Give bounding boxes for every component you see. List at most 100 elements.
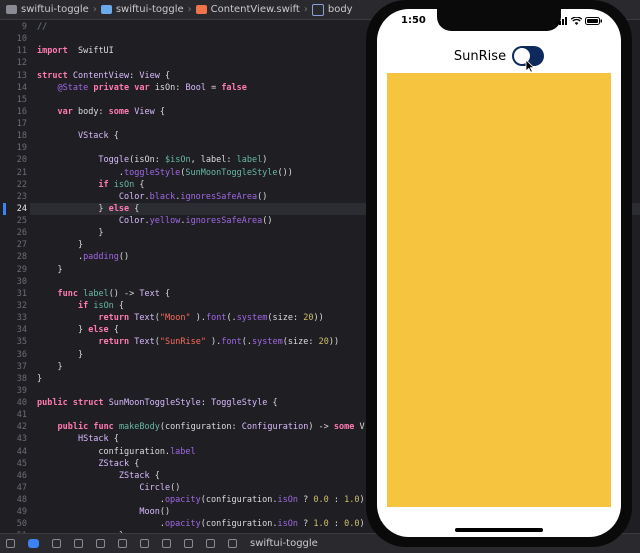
code-text: Color.black.ignoresSafeArea(): [118, 191, 268, 202]
code-text: Toggle(isOn: $isOn, label: label): [98, 155, 268, 166]
code-text: ZStack {: [118, 470, 160, 481]
code-text: return Text("SunRise" ).font(.system(siz…: [98, 337, 340, 348]
line-number: 44: [16, 446, 27, 457]
hide-debug-area-icon[interactable]: [6, 539, 15, 548]
pause-icon[interactable]: [52, 539, 61, 548]
scheme-label[interactable]: swiftui-toggle: [250, 538, 318, 549]
line-number: 11: [16, 46, 27, 57]
location-icon[interactable]: [206, 539, 215, 548]
battery-icon: [585, 17, 602, 25]
line-number: 22: [16, 179, 27, 190]
line-number: 34: [16, 325, 27, 336]
line-number: 9: [21, 22, 27, 32]
breakpoints-icon[interactable]: [28, 539, 39, 548]
line-number: 50: [16, 519, 27, 530]
step-out-icon[interactable]: [118, 539, 127, 548]
line-number: 41: [16, 410, 27, 421]
code-text: }: [37, 240, 84, 251]
view-hierarchy-icon[interactable]: [140, 539, 149, 548]
line-number: 47: [16, 482, 27, 493]
code-text: Color.yellow.ignoresSafeArea(): [118, 216, 273, 227]
line-number: 32: [16, 300, 27, 311]
iphone-simulator: 1:50 SunRise: [366, 0, 632, 547]
line-number: 38: [16, 373, 27, 384]
line-number: 14: [16, 82, 27, 93]
breadcrumb-item-file[interactable]: ContentView.swift: [195, 4, 300, 15]
phone-screen: 1:50 SunRise: [377, 9, 621, 537]
code-text: public func makeBody(configuration: Conf…: [57, 422, 370, 433]
code-text: .opacity(configuration.isOn ? 0.0 : 1.0): [37, 495, 365, 506]
code-text: @State private var isOn: Bool = false: [57, 82, 247, 93]
code-text: configuration.label: [37, 446, 196, 457]
code-text: if isOn {: [98, 179, 145, 190]
code-text: } else {: [37, 325, 119, 336]
line-number: 37: [16, 361, 27, 372]
sunrise-toggle[interactable]: SunRise: [377, 43, 621, 69]
line-number: 43: [16, 434, 27, 445]
mouse-cursor-icon: [525, 59, 535, 73]
code-text: }: [37, 349, 84, 360]
breadcrumb-item-project[interactable]: swiftui-toggle: [6, 4, 89, 15]
code-text: }: [37, 361, 63, 372]
breadcrumb-item-folder[interactable]: swiftui-toggle: [100, 4, 184, 15]
breadcrumb-item-symbol[interactable]: body: [311, 3, 353, 16]
line-number: 36: [16, 349, 27, 360]
signal-icon: [556, 17, 567, 25]
yellow-background: [387, 73, 611, 507]
line-number: 20: [16, 155, 27, 166]
code-text: struct ContentView: View {: [37, 70, 171, 81]
line-number: 48: [16, 495, 27, 506]
wifi-icon: [571, 17, 582, 25]
notch: [437, 9, 561, 31]
line-number: 13: [16, 70, 27, 81]
line-number: 45: [16, 458, 27, 469]
chevron-right-icon: ›: [92, 4, 97, 15]
status-icons: [553, 17, 603, 25]
code-text: VStack {: [77, 131, 119, 142]
code-text: }: [37, 228, 104, 239]
toggle-label: SunRise: [453, 48, 507, 64]
line-number: 24: [16, 203, 27, 214]
chevron-right-icon: ›: [303, 4, 308, 15]
line-number: 29: [16, 264, 27, 275]
code-text: var body: some View {: [57, 106, 166, 117]
line-number: 33: [16, 313, 27, 324]
line-number: 25: [16, 216, 27, 227]
app-icon: [6, 5, 17, 14]
code-text: .toggleStyle(SunMoonToggleStyle()): [37, 167, 293, 178]
folder-icon: [100, 5, 112, 14]
line-number: 18: [16, 131, 27, 142]
line-number: 35: [16, 337, 27, 348]
swift-file-icon: [195, 5, 207, 14]
step-into-icon[interactable]: [96, 539, 105, 548]
code-text: return Text("Moon" ).font(.system(size: …: [98, 313, 324, 324]
line-number: 39: [16, 385, 27, 396]
code-text: Circle(): [139, 482, 181, 493]
line-number: 23: [16, 191, 27, 202]
code-text: //: [37, 22, 48, 32]
environment-overrides-icon[interactable]: [184, 539, 193, 548]
line-number: 27: [16, 240, 27, 251]
code-text: ZStack {: [98, 458, 140, 469]
code-text: func label() -> Text {: [57, 288, 171, 299]
property-icon: [311, 3, 324, 16]
step-over-icon[interactable]: [74, 539, 83, 548]
code-text: .padding(): [37, 252, 130, 263]
line-number: 46: [16, 470, 27, 481]
line-number: 28: [16, 252, 27, 263]
line-number: 42: [16, 422, 27, 433]
line-number: 16: [16, 106, 27, 117]
line-number: 17: [16, 119, 27, 130]
code-text: import SwiftUI: [37, 46, 114, 57]
line-number: 40: [16, 398, 27, 409]
code-text: }: [37, 373, 43, 384]
code-text: HStack {: [77, 434, 119, 445]
code-text: public struct SunMoonToggleStyle: Toggle…: [37, 398, 278, 409]
memory-graph-icon[interactable]: [162, 539, 171, 548]
chevron-right-icon: ›: [187, 4, 192, 15]
status-time: 1:50: [401, 15, 426, 26]
line-number: 12: [16, 58, 27, 69]
code-text: }: [37, 264, 63, 275]
code-text: if isOn {: [77, 300, 125, 311]
app-target-icon: [228, 539, 237, 548]
